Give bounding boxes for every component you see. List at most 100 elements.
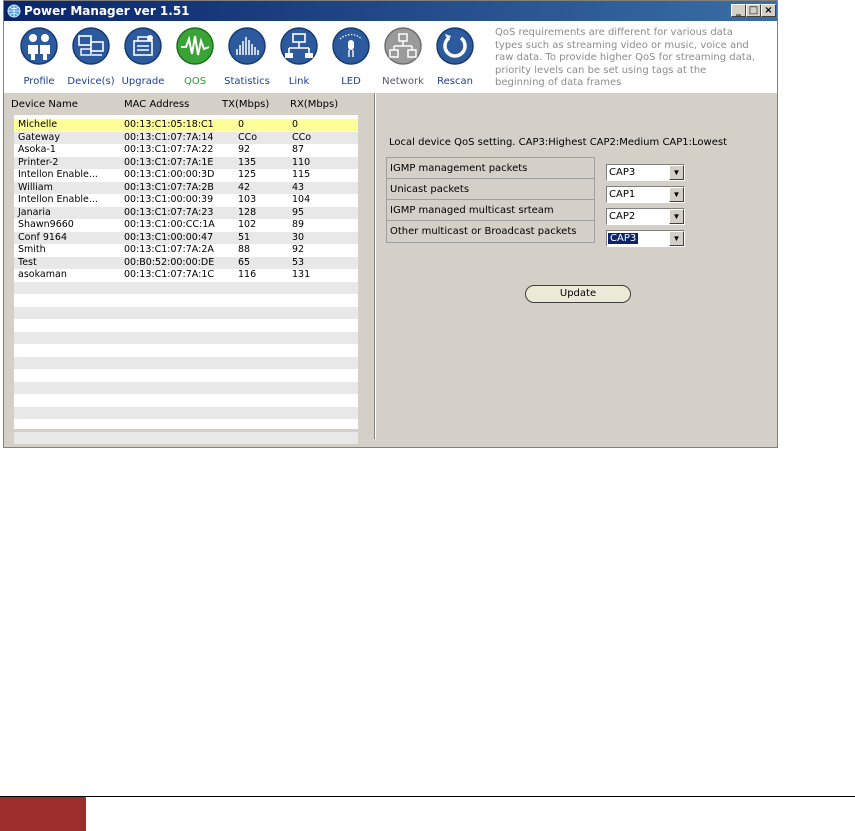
device-cell-name: Janaria <box>18 206 51 218</box>
toolbar-link-button[interactable]: Link <box>273 25 325 91</box>
toolbar-network-button[interactable]: Network <box>377 25 429 91</box>
qos-setting-title: Local device QoS setting. CAP3:Highest C… <box>389 137 728 148</box>
device-row[interactable]: William 00:13:C1:07:7A:2B 42 43 <box>14 181 358 194</box>
igmp-management-select[interactable]: CAP3 ▼ <box>606 164 685 181</box>
device-cell-name: William <box>18 181 53 193</box>
empty-row <box>14 369 358 381</box>
title-bar[interactable]: Power Manager ver 1.51 _ □ × <box>4 1 777 21</box>
device-cell-name: Intellon Enable... <box>18 194 98 205</box>
igmp-multicast-select[interactable]: CAP2 ▼ <box>606 208 685 225</box>
col-rx[interactable]: RX(Mbps) <box>290 99 338 110</box>
qos-row-label: IGMP managed multicast srteam <box>387 200 594 221</box>
device-cell-name: Michelle <box>18 119 58 130</box>
empty-row <box>14 394 358 406</box>
device-cell-tx: 103 <box>238 194 257 205</box>
device-cell-tx: 88 <box>238 244 251 255</box>
device-cell-mac: 00:13:C1:00:00:3D <box>124 169 215 180</box>
toolbar-led-button[interactable]: LED <box>325 25 377 91</box>
network-icon <box>384 27 422 65</box>
device-row[interactable]: Michelle 00:13:C1:05:18:C1 0 0 <box>14 119 358 131</box>
device-row[interactable]: Smith 00:13:C1:07:7A:2A 88 92 <box>14 244 358 256</box>
qos-info-text: QoS requirements are different for vario… <box>495 27 755 89</box>
device-row[interactable]: Printer-2 00:13:C1:07:7A:1E 135 110 <box>14 156 358 169</box>
device-cell-tx: 128 <box>238 206 257 218</box>
computers-icon <box>72 27 110 65</box>
device-cell-tx: CCo <box>238 131 258 143</box>
select-value: CAP2 <box>609 211 636 222</box>
empty-row <box>14 356 358 369</box>
qos-row-label: IGMP management packets <box>387 158 594 179</box>
chevron-down-icon[interactable]: ▼ <box>669 209 684 224</box>
device-cell-name: Asoka-1 <box>18 144 56 155</box>
col-tx[interactable]: TX(Mbps) <box>222 99 269 110</box>
maximize-button[interactable]: □ <box>746 4 761 17</box>
waveform-icon <box>176 27 214 65</box>
device-cell-tx: 125 <box>238 169 257 180</box>
device-cell-name: asokaman <box>18 269 67 280</box>
device-list[interactable]: Michelle 00:13:C1:05:18:C1 0 0 Gateway 00:13:… <box>14 115 358 444</box>
device-cell-name: Gateway <box>18 131 60 143</box>
unicast-select[interactable]: CAP1 ▼ <box>606 186 685 203</box>
device-row[interactable]: Asoka-1 00:13:C1:07:7A:22 92 87 <box>14 144 358 156</box>
broadcast-select[interactable]: CAP3 ▼ <box>606 230 685 247</box>
col-mac-address[interactable]: MAC Address <box>124 99 189 110</box>
device-cell-mac: 00:13:C1:00:CC:1A <box>124 219 215 230</box>
chevron-down-icon[interactable]: ▼ <box>669 187 684 202</box>
toolbar-devices-button[interactable]: Device(s) <box>65 25 117 91</box>
device-row[interactable]: Janaria 00:13:C1:07:7A:23 128 95 <box>14 206 358 219</box>
qos-row-label: Unicast packets <box>387 179 594 200</box>
device-row[interactable]: Shawn9660 00:13:C1:00:CC:1A 102 89 <box>14 219 358 231</box>
toolbar-profile-button[interactable]: Profile <box>13 25 65 91</box>
window-title: Power Manager ver 1.51 <box>24 4 190 18</box>
toolbar-upgrade-button[interactable]: Upgrade <box>117 25 169 91</box>
device-cell-tx: 65 <box>238 256 251 268</box>
update-button[interactable]: Update <box>525 285 631 303</box>
toolbar-qos-button[interactable]: QOS <box>169 25 221 91</box>
toolbar-statistics-button[interactable]: Statistics <box>221 25 273 91</box>
device-cell-mac: 00:13:C1:07:7A:14 <box>124 131 214 143</box>
app-globe-icon <box>7 4 21 18</box>
device-cell-mac: 00:13:C1:05:18:C1 <box>124 119 214 130</box>
device-row[interactable]: Gateway 00:13:C1:07:7A:14 CCo CCo <box>14 131 358 144</box>
device-cell-tx: 0 <box>238 119 245 130</box>
select-value: CAP3 <box>609 167 636 178</box>
device-cell-rx: 53 <box>292 256 305 268</box>
col-device-name[interactable]: Device Name <box>11 99 78 110</box>
select-value: CAP1 <box>609 189 636 200</box>
device-row[interactable]: Intellon Enable... 00:13:C1:00:00:39 103 10… <box>14 194 358 206</box>
minimize-button[interactable]: _ <box>731 4 746 17</box>
qos-row-label: Other multicast or Broadcast packets <box>390 226 577 237</box>
close-button[interactable]: × <box>761 4 776 17</box>
device-cell-tx: 135 <box>238 156 257 168</box>
chevron-down-icon[interactable]: ▼ <box>669 165 684 180</box>
empty-row <box>14 319 358 331</box>
toolbar-item-label: Rescan <box>437 76 473 87</box>
footer-rule <box>0 796 855 797</box>
device-cell-name: Conf 9164 <box>18 231 68 243</box>
empty-row <box>14 294 358 306</box>
device-row[interactable]: Test 00:B0:52:00:00:DE 65 53 <box>14 256 358 269</box>
qos-setting-table: IGMP management packets Unicast packets … <box>386 157 595 243</box>
empty-row <box>14 331 358 344</box>
device-row[interactable]: Intellon Enable... 00:13:C1:00:00:3D 125 11… <box>14 169 358 181</box>
select-value: CAP3 <box>608 233 639 244</box>
device-cell-rx: 104 <box>292 194 311 205</box>
device-cell-mac: 00:13:C1:07:7A:1E <box>124 156 214 168</box>
device-cell-rx: 95 <box>292 206 305 218</box>
device-cell-rx: 115 <box>292 169 311 180</box>
device-cell-mac: 00:13:C1:07:7A:1C <box>124 269 214 280</box>
device-row[interactable]: asokaman 00:13:C1:07:7A:1C 116 131 <box>14 269 358 281</box>
device-cell-tx: 92 <box>238 144 251 155</box>
device-cell-mac: 00:13:C1:07:7A:23 <box>124 206 214 218</box>
device-panel: Device Name MAC Address TX(Mbps) RX(Mbps… <box>7 95 374 444</box>
device-cell-rx: 0 <box>292 119 299 130</box>
chevron-down-icon[interactable]: ▼ <box>669 231 684 246</box>
device-cell-name: Test <box>18 256 37 268</box>
toolbar-rescan-button[interactable]: Rescan <box>429 25 481 91</box>
empty-row <box>14 381 358 394</box>
device-cell-rx: 89 <box>292 219 305 230</box>
device-cell-name: Intellon Enable... <box>18 169 98 180</box>
device-row[interactable]: Conf 9164 00:13:C1:00:00:47 51 30 <box>14 231 358 244</box>
upgrade-icon <box>124 27 162 65</box>
device-cell-mac: 00:13:C1:07:7A:2B <box>124 181 214 193</box>
